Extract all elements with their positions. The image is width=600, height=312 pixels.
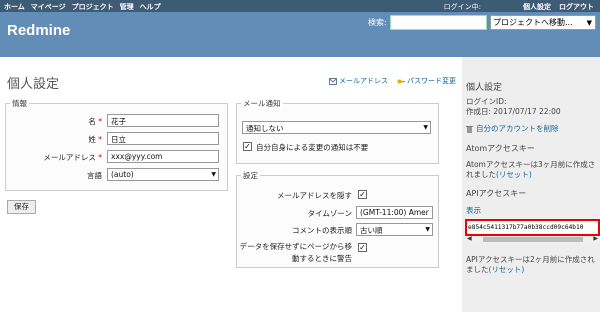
menu-my-page[interactable]: マイページ (31, 2, 66, 12)
preferences-fieldset: 設定 メールアドレスを隠す ✓ タイムゾーン (GMT-11:00) Amer … (236, 170, 439, 268)
menu-help[interactable]: ヘルプ (140, 2, 161, 12)
timezone-value: (GMT-11:00) Amer (360, 208, 429, 217)
menu-projects[interactable]: プロジェクト (72, 2, 114, 12)
comments-sorting-select[interactable]: 古い順 ▼ (356, 223, 433, 236)
menu-administration[interactable]: 管理 (120, 2, 134, 12)
lastname-required-mark: * (98, 135, 102, 144)
email-label: メールアドレス (43, 153, 96, 162)
atom-reset-link[interactable]: (リセット) (496, 170, 532, 179)
change-password-link[interactable]: パスワード変更 (397, 76, 456, 86)
comments-sorting-value: 古い順 (360, 226, 383, 235)
menu-home[interactable]: ホーム (4, 2, 25, 12)
main-content: 個人設定 メールアドレス パスワード変更 情報 名 * 花子 姓 * 日立 メー… (0, 57, 462, 312)
sidebar-title: 個人設定 (466, 83, 503, 93)
chevron-down-icon: ▼ (211, 171, 216, 178)
firstname-label-wrap: 名 * (88, 116, 102, 127)
app-title[interactable]: Redmine (7, 22, 70, 39)
save-button[interactable]: 保存 (7, 200, 36, 214)
show-api-key-link[interactable]: 表示 (466, 206, 481, 216)
language-label: 言語 (87, 171, 102, 180)
project-jump-select[interactable]: プロジェクトへ移動... ▼ (490, 15, 596, 30)
change-password-label: パスワード変更 (407, 77, 456, 85)
delete-account-label: 自分のアカウントを削除 (476, 124, 559, 133)
email-input[interactable]: xxx@yyy.com (107, 150, 219, 163)
warn-leaving-checkbox[interactable]: ✓ (358, 243, 367, 252)
api-key-scrollbar[interactable]: ◀ ▶ (465, 235, 600, 243)
chevron-down-icon: ▼ (425, 226, 430, 233)
lastname-label: 姓 (88, 135, 96, 144)
logged-in-label: ログイン中: (443, 3, 481, 11)
hide-mail-label: メールアドレスを隠す (277, 191, 352, 200)
firstname-label: 名 (88, 117, 96, 126)
atom-key-text: Atomアクセスキーは3ヶ月前に作成されました(リセット) (466, 160, 596, 180)
search-input[interactable] (390, 15, 487, 30)
scroll-right-icon[interactable]: ▶ (593, 235, 598, 242)
top-menu: ホーム マイページ プロジェクト 管理 ヘルプ ログイン中: 個人設定 ログアウ… (0, 0, 600, 12)
sidebar-login: ログインID: (466, 97, 507, 106)
mail-notification-legend: メール通知 (241, 98, 283, 109)
page-title: 個人設定 (7, 76, 60, 91)
no-self-notified-label: 自分自身による変更の通知は不要 (256, 143, 369, 152)
preferences-legend: 設定 (241, 170, 260, 181)
project-jump-value: プロジェクトへ移動... (493, 18, 573, 27)
language-value: (auto) (111, 170, 134, 179)
warn-leaving-label: データを保存せずにページから移動するときに警告 (240, 241, 352, 265)
email-label-wrap: メールアドレス * (43, 152, 102, 163)
header: Redmine 検索: プロジェクトへ移動... ▼ (0, 12, 600, 57)
comments-sorting-label: コメントの表示順 (292, 226, 352, 235)
language-select[interactable]: (auto) ▼ (107, 168, 219, 181)
mail-notification-fieldset: メール通知 通知しない ▼ ✓ 自分自身による変更の通知は不要 (236, 98, 439, 164)
firstname-required-mark: * (98, 117, 102, 126)
chevron-down-icon: ▼ (423, 124, 428, 131)
email-addresses-label: メールアドレス (339, 77, 388, 85)
timezone-label: タイムゾーン (307, 209, 352, 218)
warn-leaving-label-line2: 動するときに警告 (292, 254, 352, 263)
api-reset-link[interactable]: (リセット) (489, 265, 525, 274)
scroll-thumb[interactable] (483, 237, 583, 242)
email-required-mark: * (98, 153, 102, 162)
info-legend: 情報 (10, 98, 29, 109)
email-icon (329, 77, 337, 85)
menu-logout[interactable]: ログアウト (559, 2, 594, 12)
hide-mail-checkbox[interactable]: ✓ (358, 190, 367, 199)
trash-icon (466, 126, 473, 133)
info-fieldset: 情報 名 * 花子 姓 * 日立 メールアドレス * xxx@yyy.com 言… (5, 98, 228, 191)
api-key-value: e854c5411317b77a0b38ccd09c64b10 (465, 219, 600, 236)
firstname-input[interactable]: 花子 (107, 114, 219, 127)
no-self-notified-checkbox[interactable]: ✓ (243, 142, 252, 151)
mail-notification-select[interactable]: 通知しない ▼ (242, 121, 431, 134)
delete-account-link[interactable]: 自分のアカウントを削除 (466, 124, 559, 134)
lastname-input[interactable]: 日立 (107, 132, 219, 145)
api-key-created: APIアクセスキーは2ヶ月前に作成されました (466, 255, 595, 274)
api-key-title: APIアクセスキー (466, 189, 527, 198)
scroll-left-icon[interactable]: ◀ (467, 235, 472, 242)
contextual-links: メールアドレス パスワード変更 (329, 76, 456, 86)
key-icon (397, 79, 405, 83)
email-addresses-link[interactable]: メールアドレス (329, 76, 388, 86)
atom-key-title: Atomアクセスキー (466, 144, 535, 153)
search-label: 検索: (368, 18, 387, 27)
warn-leaving-label-line1: データを保存せずにページから移 (239, 242, 352, 251)
menu-my-account[interactable]: 個人設定 (523, 2, 551, 12)
mail-notification-value: 通知しない (246, 124, 284, 133)
chevron-down-icon: ▼ (586, 19, 592, 27)
sidebar-created: 作成日: 2017/07/17 22:00 (466, 107, 561, 116)
api-key-text: APIアクセスキーは2ヶ月前に作成されました(リセット) (466, 255, 596, 275)
lastname-label-wrap: 姓 * (88, 134, 102, 145)
timezone-select[interactable]: (GMT-11:00) Amer (356, 206, 433, 219)
